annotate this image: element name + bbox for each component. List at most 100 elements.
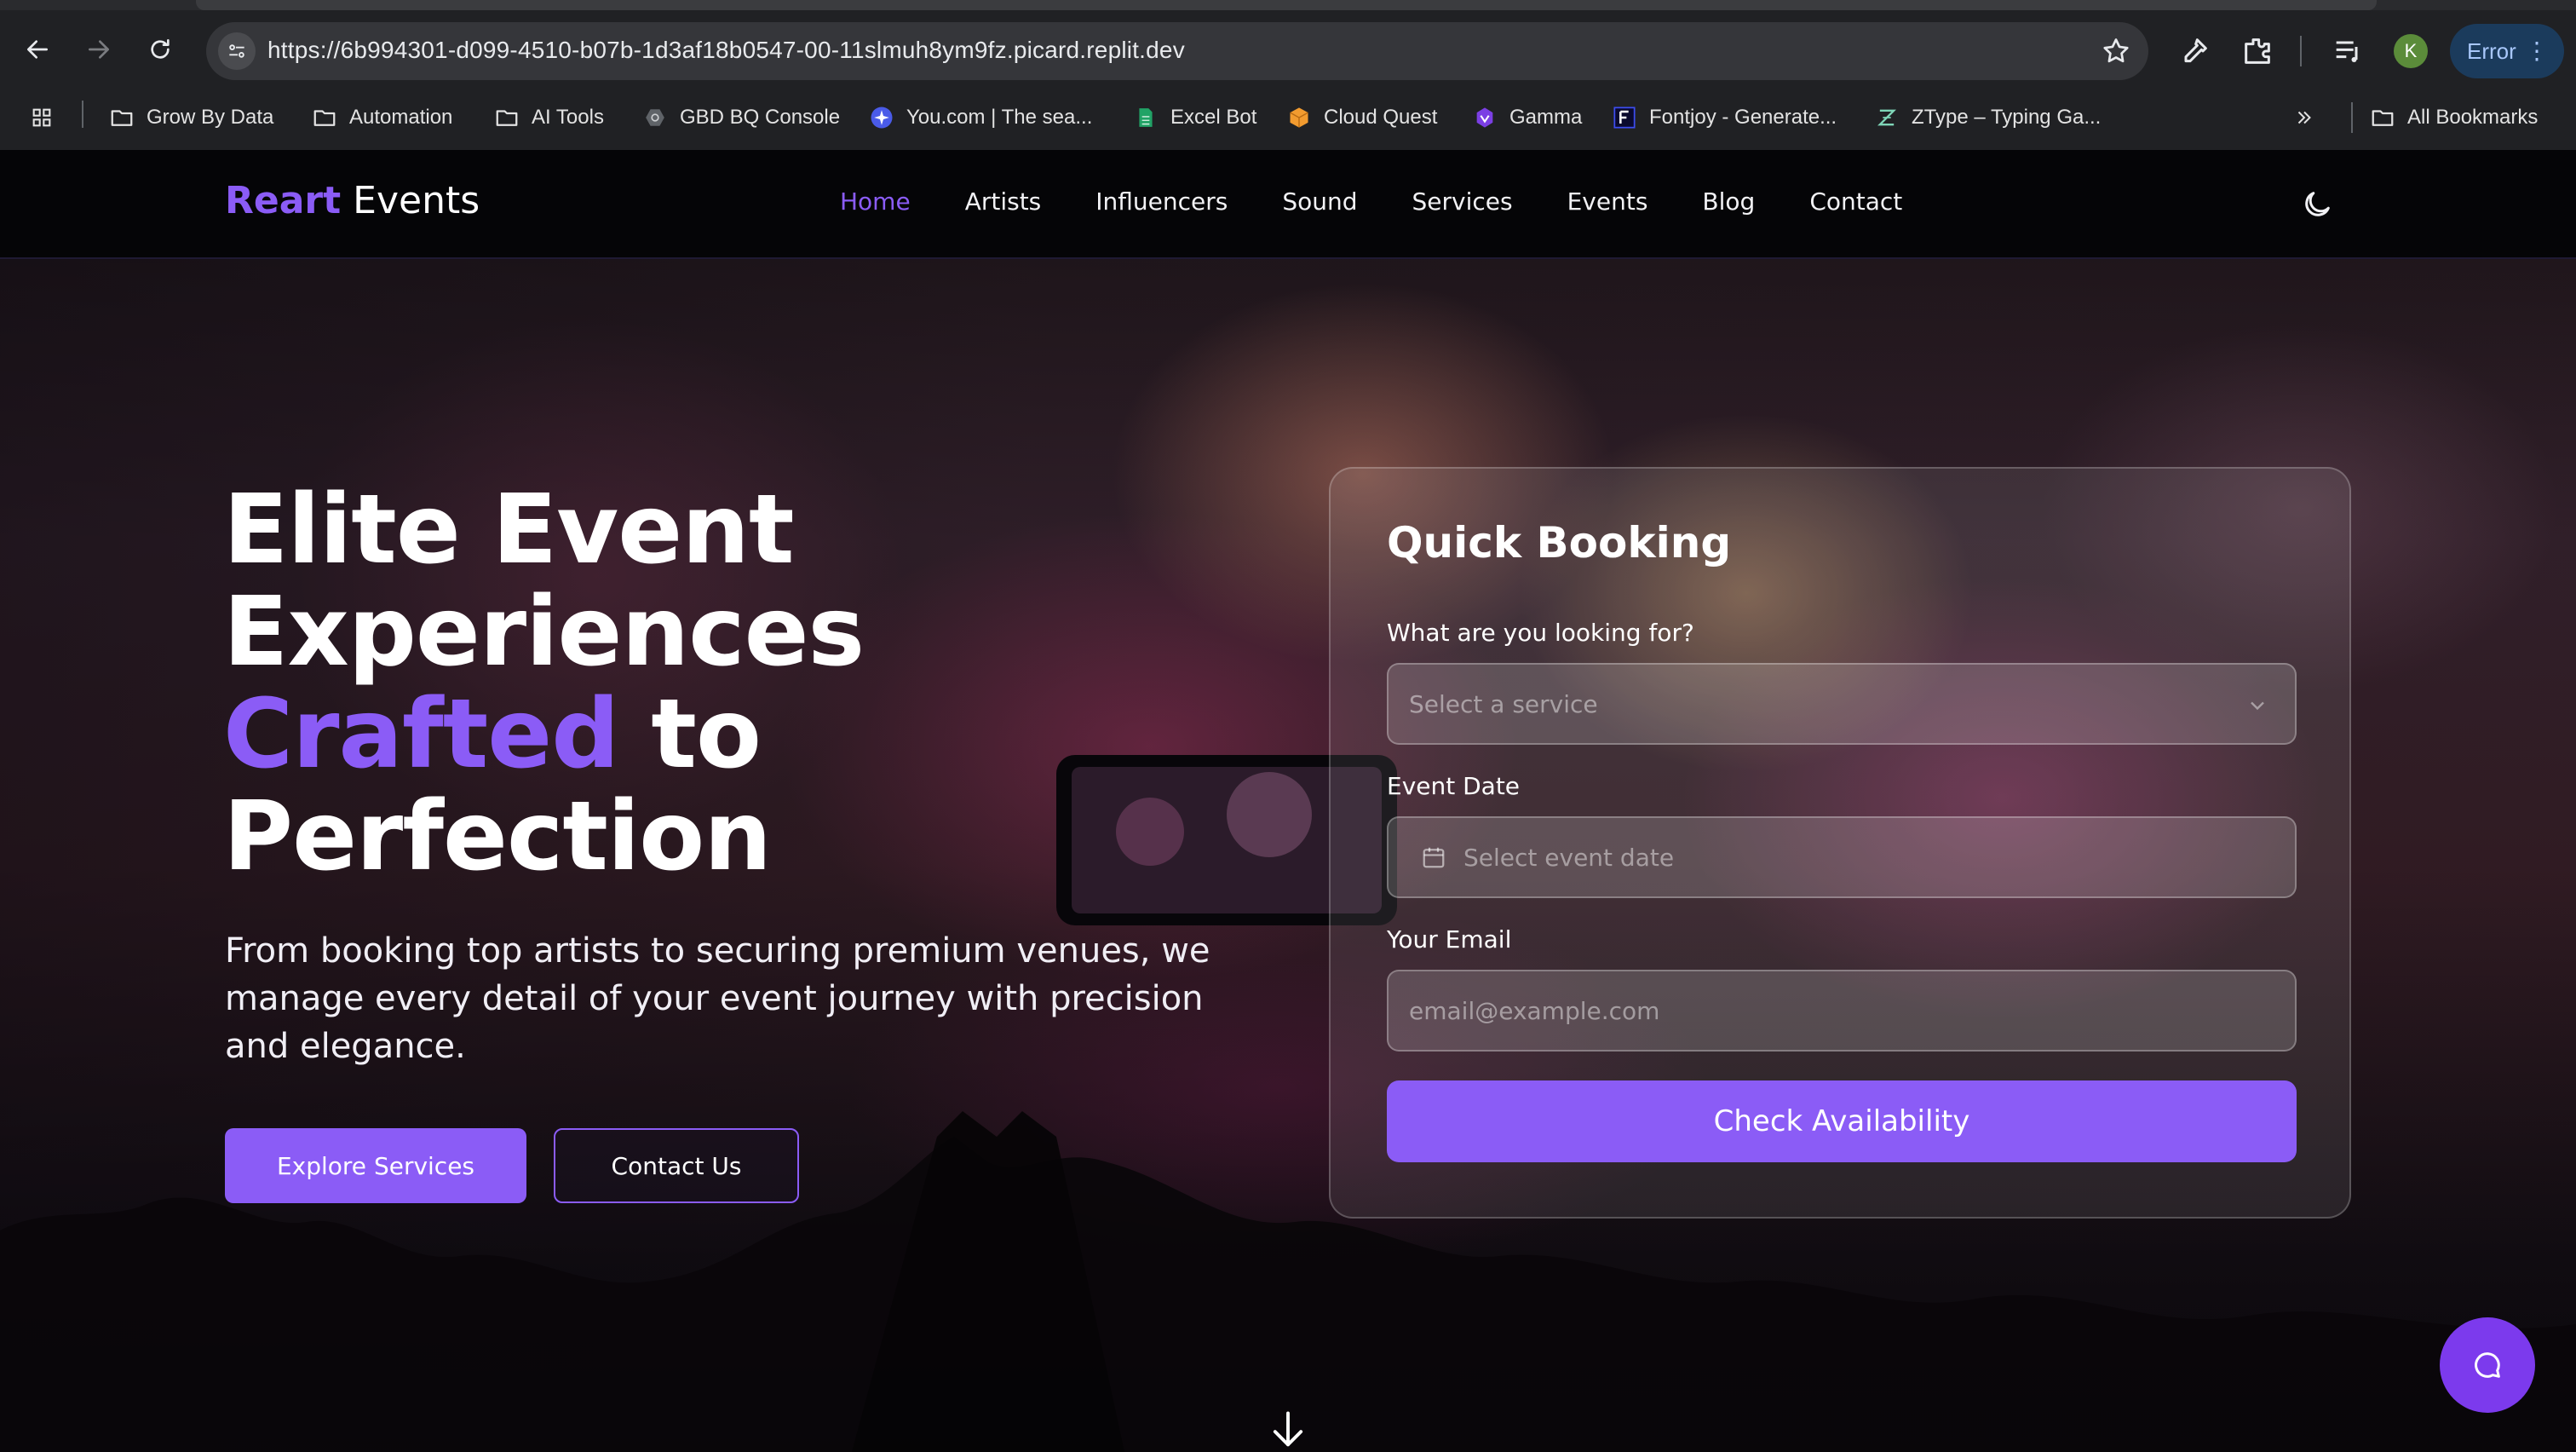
arrow-right-icon bbox=[89, 40, 109, 59]
service-placeholder: Select a service bbox=[1409, 689, 1598, 718]
bookmarks-bar: Grow By Data Automation AI Tools GBD BQ … bbox=[0, 94, 2576, 141]
sheet-icon bbox=[1133, 105, 1159, 130]
ztype-icon bbox=[1874, 105, 1900, 130]
bookmark-label: GBD BQ Console bbox=[680, 106, 841, 129]
bigquery-icon bbox=[642, 105, 668, 130]
reload-button[interactable] bbox=[141, 31, 179, 68]
bookmark-label: AI Tools bbox=[532, 106, 604, 129]
bookmark-automation[interactable]: Automation bbox=[312, 102, 452, 133]
date-label: Event Date bbox=[1387, 772, 1521, 800]
bookmarks-leading-separator bbox=[82, 101, 83, 128]
bookmark-label: Grow By Data bbox=[147, 106, 274, 129]
bookmarks-separator bbox=[2351, 102, 2353, 133]
hero-title: Elite Event Experiences Crafted to Perfe… bbox=[223, 479, 865, 888]
main-menu: Home Artists Influencers Sound Services … bbox=[840, 187, 1957, 222]
nav-home[interactable]: Home bbox=[840, 187, 911, 222]
chat-bubble-icon bbox=[2475, 1352, 2500, 1378]
email-input[interactable]: email@example.com bbox=[1387, 970, 2297, 1052]
event-date-input[interactable]: Select event date bbox=[1387, 816, 2297, 898]
all-bookmarks-button[interactable]: All Bookmarks bbox=[2370, 102, 2538, 133]
url-text[interactable]: https://6b994301-d099-4510-b07b-1d3af18b… bbox=[267, 37, 1185, 64]
gamma-icon bbox=[1472, 105, 1498, 130]
folder-icon bbox=[494, 105, 520, 130]
toolbar-separator bbox=[2300, 36, 2302, 66]
nav-contact[interactable]: Contact bbox=[1809, 187, 1902, 222]
bookmark-label: Gamma bbox=[1509, 106, 1583, 129]
booking-title: Quick Booking bbox=[1387, 518, 1732, 568]
bookmark-ai-tools[interactable]: AI Tools bbox=[494, 102, 604, 133]
extensions-icon[interactable] bbox=[2240, 34, 2274, 68]
calendar-icon bbox=[1423, 847, 1445, 868]
email-label: Your Email bbox=[1387, 925, 1512, 954]
nav-blog[interactable]: Blog bbox=[1702, 187, 1755, 222]
folder-icon bbox=[2370, 105, 2395, 130]
bookmark-youcom[interactable]: You.com | The sea... bbox=[869, 102, 1092, 133]
hero-title-line4: Perfection bbox=[223, 781, 772, 892]
explore-services-button[interactable]: Explore Services bbox=[225, 1128, 526, 1203]
tab-strip bbox=[0, 0, 2576, 10]
all-bookmarks-label: All Bookmarks bbox=[2407, 106, 2539, 129]
browser-chrome: https://6b994301-d099-4510-b07b-1d3af18b… bbox=[0, 0, 2576, 150]
bookmark-label: Fontjoy - Generate... bbox=[1649, 106, 1837, 129]
contact-us-button[interactable]: Contact Us bbox=[554, 1128, 799, 1203]
hero-title-line2: Experiences bbox=[223, 577, 865, 688]
site-logo[interactable]: Reart Events bbox=[225, 179, 480, 222]
cube-icon bbox=[1286, 105, 1312, 130]
site-settings-icon[interactable] bbox=[218, 32, 256, 70]
moon-icon[interactable] bbox=[2300, 187, 2334, 222]
email-placeholder: email@example.com bbox=[1409, 996, 1660, 1025]
bookmark-label: Automation bbox=[349, 106, 453, 129]
error-label: Error bbox=[2467, 37, 2516, 64]
bookmark-ztype[interactable]: ZType – Typing Ga... bbox=[1874, 102, 2101, 133]
quick-booking-card: Quick Booking What are you looking for? … bbox=[1329, 467, 2351, 1219]
service-select[interactable]: Select a service bbox=[1387, 663, 2297, 745]
address-bar[interactable]: https://6b994301-d099-4510-b07b-1d3af18b… bbox=[206, 22, 2148, 80]
eyedropper-icon[interactable] bbox=[2177, 34, 2211, 68]
nav-influencers[interactable]: Influencers bbox=[1095, 187, 1228, 222]
active-tab-edge bbox=[196, 0, 2377, 10]
bookmark-excel-bot[interactable]: Excel Bot bbox=[1133, 102, 1256, 133]
media-queue-icon[interactable] bbox=[2331, 34, 2365, 68]
folder-icon bbox=[312, 105, 337, 130]
hero-title-accent: Crafted bbox=[223, 679, 619, 790]
bookmark-star-icon[interactable] bbox=[2101, 36, 2131, 66]
forward-button[interactable] bbox=[80, 31, 118, 68]
bookmark-gamma[interactable]: Gamma bbox=[1472, 102, 1582, 133]
nav-events[interactable]: Events bbox=[1567, 187, 1648, 222]
apps-button[interactable] bbox=[29, 102, 66, 133]
hero-subtitle: From booking top artists to securing pre… bbox=[225, 931, 1210, 1066]
kebab-menu-icon[interactable]: ⋮ bbox=[2525, 37, 2549, 65]
bookmark-grow-by-data[interactable]: Grow By Data bbox=[109, 102, 273, 133]
folder-icon bbox=[109, 105, 135, 130]
nav-artists[interactable]: Artists bbox=[965, 187, 1042, 222]
fontjoy-icon bbox=[1612, 105, 1637, 130]
nav-services[interactable]: Services bbox=[1412, 187, 1513, 222]
chevron-double-right-icon bbox=[2291, 105, 2317, 130]
bookmark-gbd-bq-console[interactable]: GBD BQ Console bbox=[642, 102, 840, 133]
chat-button[interactable] bbox=[2440, 1317, 2535, 1413]
check-availability-button[interactable]: Check Availability bbox=[1387, 1080, 2297, 1162]
reload-icon bbox=[151, 39, 170, 59]
hero-title-line3: to bbox=[618, 679, 762, 790]
bookmark-label: Cloud Quest bbox=[1324, 106, 1438, 129]
bookmark-label: Excel Bot bbox=[1170, 106, 1257, 129]
bookmark-cloud-quest[interactable]: Cloud Quest bbox=[1286, 102, 1437, 133]
nav-sound[interactable]: Sound bbox=[1282, 187, 1357, 222]
arrow-down-icon[interactable] bbox=[1266, 1408, 1310, 1452]
youcom-icon bbox=[869, 105, 894, 130]
logo-suffix: Events bbox=[353, 179, 480, 222]
error-status-button[interactable]: Error ⋮ bbox=[2450, 24, 2564, 78]
chevron-down-icon bbox=[2251, 701, 2264, 711]
profile-avatar[interactable]: K bbox=[2394, 34, 2428, 68]
web-page: Reart Events Home Artists Influencers So… bbox=[0, 150, 2576, 1452]
back-button[interactable] bbox=[19, 31, 56, 68]
service-label: What are you looking for? bbox=[1387, 619, 1694, 647]
site-header: Reart Events Home Artists Influencers So… bbox=[0, 150, 2576, 259]
apps-grid-icon bbox=[29, 105, 55, 130]
date-placeholder: Select event date bbox=[1463, 843, 1675, 872]
bookmark-fontjoy[interactable]: Fontjoy - Generate... bbox=[1612, 102, 1837, 133]
bookmark-label: ZType – Typing Ga... bbox=[1912, 106, 2102, 129]
hero-title-line1: Elite Event bbox=[223, 475, 795, 585]
bookmark-label: You.com | The sea... bbox=[906, 106, 1093, 129]
more-bookmarks-button[interactable] bbox=[2291, 102, 2329, 133]
